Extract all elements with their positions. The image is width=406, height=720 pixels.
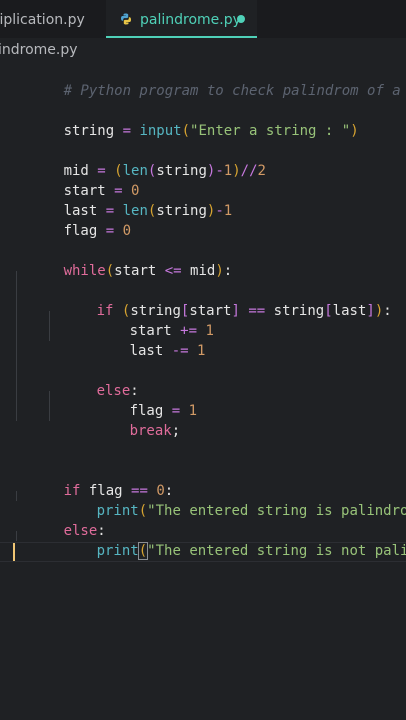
code-line: if (string[start] == string[last]): bbox=[96, 303, 392, 319]
code-editor[interactable]: # Python program to check palindrom of a… bbox=[0, 61, 406, 720]
tab-label: palindrome.py bbox=[140, 12, 241, 28]
tab-label: tiplication.py bbox=[0, 12, 85, 28]
code-line: last = len(string)-1 bbox=[63, 203, 233, 219]
code-line: string = input("Enter a string : ") bbox=[63, 123, 359, 139]
code-line: flag = 1 bbox=[129, 403, 198, 419]
code-line: start += 1 bbox=[129, 323, 214, 339]
code-line: # Python program to check palindrom of a… bbox=[13, 61, 406, 99]
tab-palindrome[interactable]: palindrome.py bbox=[106, 0, 257, 38]
code-line: print("The entered string is not palindr… bbox=[96, 542, 406, 560]
breadcrumb[interactable]: indrome.py bbox=[0, 40, 78, 60]
code-editor-window: tiplication.py palindrome.py indrome.py … bbox=[0, 0, 406, 720]
python-icon bbox=[121, 13, 131, 25]
code-line: start = 0 bbox=[63, 183, 140, 199]
tab-bar: tiplication.py palindrome.py bbox=[0, 0, 406, 38]
code-line: else: bbox=[63, 523, 106, 539]
code-line: break; bbox=[129, 423, 181, 439]
tab-multiplication[interactable]: tiplication.py bbox=[0, 0, 98, 38]
code-line: flag = 0 bbox=[63, 223, 132, 239]
unsaved-dot-icon bbox=[237, 15, 245, 23]
code-line: last -= 1 bbox=[129, 343, 206, 359]
code-line: else: bbox=[96, 383, 139, 399]
code-line: while(start <= mid): bbox=[63, 263, 233, 279]
comment: # Python program to check palindrom of a… bbox=[63, 83, 401, 99]
code-line: mid = (len(string)-1)//2 bbox=[63, 163, 266, 179]
code-line: print("The entered string is palindrome"… bbox=[96, 503, 406, 519]
code-line: if flag == 0: bbox=[63, 483, 174, 499]
